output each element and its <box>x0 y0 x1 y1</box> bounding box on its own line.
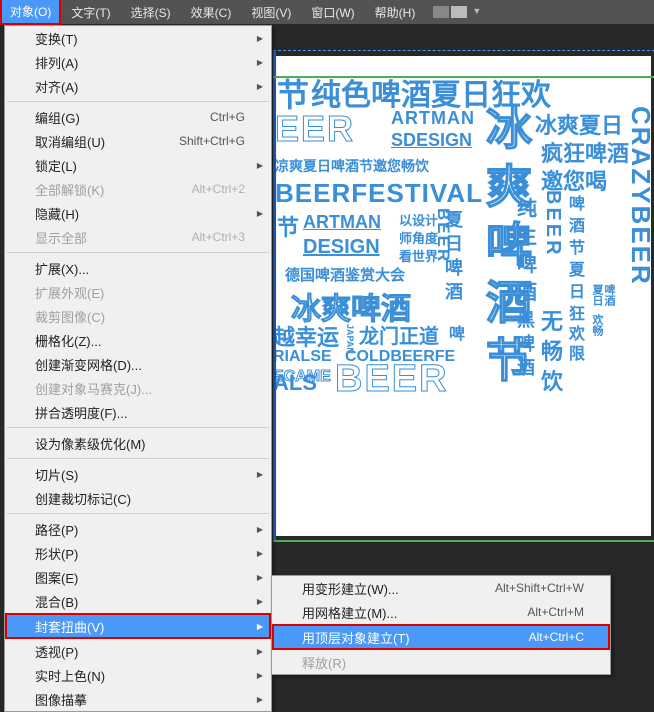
menu-help[interactable]: 帮助(H) <box>365 0 426 24</box>
art-text: CRAZYBEER <box>625 106 651 286</box>
menu-item: 全部解锁(K)Alt+Ctrl+2 <box>5 177 271 201</box>
submenu-item[interactable]: 用变形建立(W)...Alt+Shift+Ctrl+W <box>272 576 610 600</box>
menu-item[interactable]: 编组(G)Ctrl+G <box>5 105 271 129</box>
guide-line <box>273 540 654 542</box>
menu-item[interactable]: 创建裁切标记(C) <box>5 486 271 510</box>
art-text: SDESIGN <box>391 130 472 151</box>
art-text: ALS <box>273 370 317 396</box>
art-text: 生 <box>517 220 537 249</box>
art-text: 无 <box>541 304 563 336</box>
view-mode-icons[interactable]: ▼ <box>433 6 481 18</box>
art-text: 酒 <box>517 354 535 380</box>
submenu-item: 释放(R) <box>272 650 610 674</box>
menu-item: 显示全部Alt+Ctrl+3 <box>5 225 271 249</box>
art-text: RIALSE <box>273 348 332 366</box>
menu-item[interactable]: 图案(E) <box>5 565 271 589</box>
art-text: EER <box>275 108 355 150</box>
menu-item[interactable]: 混合(B) <box>5 589 271 613</box>
menu-text[interactable]: 文字(T) <box>61 0 120 24</box>
art-text: 节 <box>277 210 299 242</box>
chevron-down-icon: ▼ <box>472 6 481 18</box>
guide-line <box>273 76 654 78</box>
menu-item[interactable]: 拼合透明度(F)... <box>5 400 271 424</box>
menu-item: 扩展外观(E) <box>5 280 271 304</box>
menu-view[interactable]: 视图(V) <box>241 0 301 24</box>
art-text: DESIGN <box>303 236 380 259</box>
art-text: 酒 <box>517 276 537 305</box>
envelope-submenu: 用变形建立(W)...Alt+Shift+Ctrl+W用网格建立(M)...Al… <box>271 575 611 675</box>
art-text: BEER <box>335 358 449 401</box>
menu-item[interactable]: 创建渐变网格(D)... <box>5 352 271 376</box>
menu-item[interactable]: 栅格化(Z)... <box>5 328 271 352</box>
art-text: 欢畅 <box>589 314 605 336</box>
art-text: 纯 <box>517 192 537 221</box>
art-text: 啤 <box>517 330 535 356</box>
menu-item[interactable]: 切片(S) <box>5 462 271 486</box>
menu-item: 裁剪图像(C) <box>5 304 271 328</box>
art-text: 龙门正道 <box>359 320 439 349</box>
art-text: 限 <box>569 340 585 364</box>
submenu-item[interactable]: 用网格建立(M)...Alt+Ctrl+M <box>272 600 610 624</box>
art-text: 凉爽夏日啤酒节邀您畅饮 <box>275 156 429 176</box>
menu-item[interactable]: 排列(A) <box>5 50 271 74</box>
menu-item[interactable]: 对齐(A) <box>5 74 271 98</box>
menu-item[interactable]: 变换(T) <box>5 26 271 50</box>
menu-item[interactable]: 透视(P) <box>5 639 271 663</box>
object-dropdown: 变换(T)排列(A)对齐(A) 编组(G)Ctrl+G取消编组(U)Shift+C… <box>4 25 272 712</box>
submenu-item[interactable]: 用顶层对象建立(T)Alt+Ctrl+C <box>272 624 610 650</box>
art-text: BEERFESTIVAL <box>275 178 483 209</box>
menu-item[interactable]: 图像描摹 <box>5 687 271 711</box>
menubar: 对象(O) 文字(T) 选择(S) 效果(C) 视图(V) 窗口(W) 帮助(H… <box>0 0 654 24</box>
menu-item[interactable]: 锁定(L) <box>5 153 271 177</box>
menu-select[interactable]: 选择(S) <box>121 0 181 24</box>
art-text: 夏 <box>569 256 585 280</box>
art-text: BEER <box>541 190 564 258</box>
menu-item[interactable]: 实时上色(N) <box>5 663 271 687</box>
art-text: 啤酒 <box>601 284 617 306</box>
menu-item[interactable]: 设为像素级优化(M) <box>5 431 271 455</box>
art-text: 黑 <box>517 306 535 332</box>
art-text: 啤 <box>517 248 537 277</box>
art-text: 酒 <box>569 212 585 236</box>
art-text: 啤 <box>449 320 465 344</box>
menu-effect[interactable]: 效果(C) <box>181 0 242 24</box>
menu-item: 创建对象马赛克(J)... <box>5 376 271 400</box>
art-text: ARTMAN <box>303 212 381 233</box>
menu-window[interactable]: 窗口(W) <box>301 0 364 24</box>
art-text: 饮 <box>541 364 563 396</box>
art-text: 德国啤酒鉴赏大会 <box>285 264 405 285</box>
art-text: 酒 <box>445 278 463 304</box>
menu-item[interactable]: 形状(P) <box>5 541 271 565</box>
menu-object[interactable]: 对象(O) <box>0 0 61 25</box>
menu-item[interactable]: 封套扭曲(V) <box>5 613 271 639</box>
art-text: 啤 <box>569 190 585 214</box>
artboard: 节 纯色啤酒夏日狂欢 EER ARTMAN 冰爽夏日 SDESIGN 疯狂啤酒 … <box>273 56 651 536</box>
menu-item[interactable]: 扩展(X)... <box>5 256 271 280</box>
art-text: 畅 <box>541 334 563 366</box>
art-text: 冰 <box>473 104 539 150</box>
art-text: 节 <box>569 234 585 258</box>
menu-item[interactable]: 取消编组(U)Shift+Ctrl+G <box>5 129 271 153</box>
menu-item[interactable]: 隐藏(H) <box>5 201 271 225</box>
art-text: 啤 <box>445 254 463 280</box>
art-text: 日 <box>569 278 585 302</box>
menu-item[interactable]: 路径(P) <box>5 517 271 541</box>
art-text: ARTMAN <box>391 108 475 129</box>
